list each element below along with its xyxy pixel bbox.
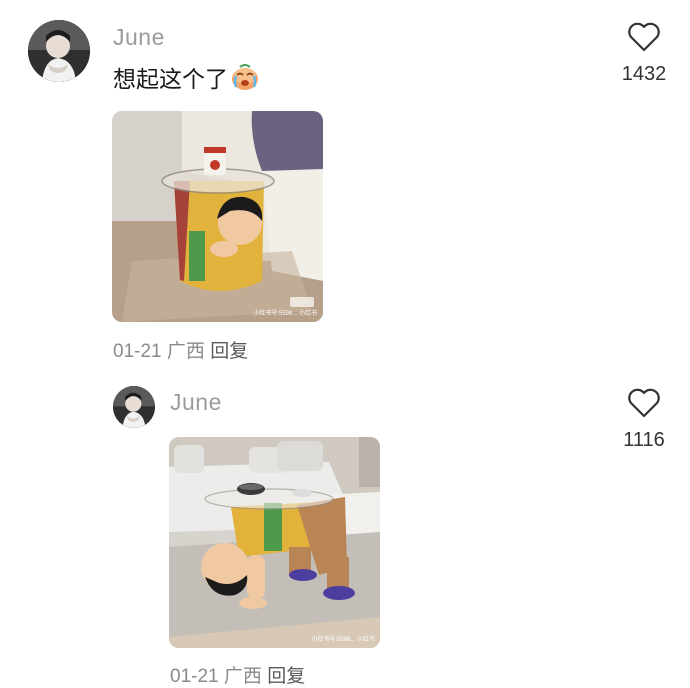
comment-username[interactable]: June — [113, 24, 165, 51]
comment-text: 想起这个了 — [113, 60, 260, 97]
heart-icon — [628, 388, 660, 418]
avatar[interactable] — [113, 386, 155, 428]
comment-date: 01-21 — [113, 341, 162, 362]
image-watermark: 小红书号:5598... 小红书 — [311, 635, 375, 643]
comment-location: 广西 — [166, 341, 205, 362]
comment-image[interactable]: 小红书号:5598... 小红书 — [112, 111, 323, 322]
reply-button[interactable]: 回复 — [210, 341, 248, 362]
heart-icon — [628, 22, 660, 52]
like-count: 1116 — [623, 429, 665, 451]
comment-text-content: 想起这个了 — [113, 66, 228, 92]
image-watermark: 小红书号:5598... 小红书 — [253, 309, 317, 317]
crying-face-icon — [230, 63, 260, 97]
like-count: 1432 — [621, 63, 667, 85]
avatar[interactable] — [28, 20, 90, 82]
like-button[interactable] — [627, 388, 661, 418]
comment-image[interactable]: 小红书号:5598... 小红书 — [169, 437, 380, 648]
comment-username[interactable]: June — [170, 389, 222, 416]
like-button[interactable] — [627, 22, 661, 52]
comment-meta: 01-21 广西 回复 — [113, 336, 248, 363]
